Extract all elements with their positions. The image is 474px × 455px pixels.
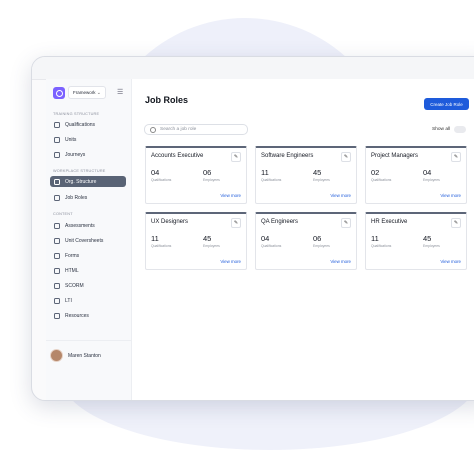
view-more-link[interactable]: View more [330,259,351,264]
html-icon [54,267,60,274]
employees-label: Employees [423,244,440,248]
app-logo [53,87,65,99]
sidebar-item-html[interactable]: HTML [50,265,126,276]
units-icon [54,136,60,143]
employees-count: 45 [203,234,212,243]
sidebar-item-org-structure[interactable]: Org. Structure [50,176,126,187]
edit-icon[interactable]: ✎ [451,152,461,162]
section-content: CONTENT [53,212,73,216]
search-input[interactable]: Search a job role [144,124,248,135]
show-all-toggle[interactable] [454,126,466,133]
sidebar-item-scorm[interactable]: SCORM [50,280,126,291]
qualifications-count: 11 [371,234,379,243]
job-role-card[interactable]: UX Designers ✎ 11 45 Qualifications Empl… [145,212,247,270]
qualifications-label: Qualifications [371,244,392,248]
journeys-icon [54,151,60,158]
framework-select[interactable]: Framework ⌄ [68,86,106,99]
avatar [50,349,63,362]
cloud-icon [54,297,60,304]
edit-icon[interactable]: ✎ [341,218,351,228]
sidebar: Framework ⌄ ☰ TRAINING STRUCTURE Qualifi… [46,79,132,400]
employees-count: 06 [203,168,212,177]
search-placeholder: Search a job role [160,127,197,132]
qualifications-count: 11 [151,234,159,243]
forms-icon [54,252,60,259]
framework-label: Framework [73,90,96,95]
show-all-label: Show all [432,127,451,132]
org-structure-icon [54,178,60,185]
qualifications-label: Qualifications [261,244,282,248]
card-title: Software Engineers [261,153,314,159]
employees-label: Employees [423,178,440,182]
employees-count: 06 [313,234,322,243]
user-profile[interactable]: Maren Stanton [50,349,101,362]
job-roles-icon [54,194,60,201]
user-name: Maren Stanton [68,352,101,359]
sidebar-item-qualifications[interactable]: Qualifications [50,119,126,130]
view-more-link[interactable]: View more [220,193,241,198]
sidebar-item-journeys[interactable]: Journeys [50,149,126,160]
view-more-link[interactable]: View more [440,259,461,264]
job-role-card[interactable]: Project Managers ✎ 02 04 Qualifications … [365,146,467,204]
card-title: UX Designers [151,219,189,225]
app-window: Framework ⌄ ☰ TRAINING STRUCTURE Qualifi… [46,79,474,400]
job-role-card[interactable]: Software Engineers ✎ 11 45 Qualification… [255,146,357,204]
section-workplace-structure: WORKPLACE STRUCTURE [53,169,106,173]
assessments-icon [54,222,60,229]
section-training-structure: TRAINING STRUCTURE [53,112,100,116]
qualifications-count: 04 [261,234,270,243]
employees-count: 45 [423,234,432,243]
sidebar-divider [46,340,131,341]
scorm-icon [54,282,60,289]
page-title: Job Roles [145,95,189,105]
qualifications-count: 02 [371,168,380,177]
job-role-card[interactable]: Accounts Executive ✎ 04 06 Qualification… [145,146,247,204]
qualifications-label: Qualifications [151,178,172,182]
employees-label: Employees [313,244,330,248]
sidebar-item-unit-coversheets[interactable]: Unit Coversheets [50,235,126,246]
qualifications-label: Qualifications [371,178,392,182]
edit-icon[interactable]: ✎ [231,218,241,228]
employees-label: Employees [313,178,330,182]
job-role-card[interactable]: HR Executive ✎ 11 45 Qualifications Empl… [365,212,467,270]
create-job-role-button[interactable]: Create Job Role [424,98,469,110]
chevron-down-icon: ⌄ [96,90,101,96]
card-title: QA Engineers [261,219,299,225]
qualifications-label: Qualifications [151,244,172,248]
employees-label: Employees [203,244,220,248]
folder-icon [54,312,60,319]
coversheets-icon [54,237,60,244]
job-role-card[interactable]: QA Engineers ✎ 04 06 Qualifications Empl… [255,212,357,270]
sidebar-item-resources[interactable]: Resources [50,310,126,321]
sidebar-item-forms[interactable]: Forms [50,250,126,261]
employees-label: Employees [203,178,220,182]
collapse-sidebar-icon[interactable]: ☰ [117,88,123,96]
sidebar-item-assessments[interactable]: Assessments [50,220,126,231]
qualifications-count: 04 [151,168,160,177]
browser-top-bar [32,57,474,80]
sidebar-item-job-roles[interactable]: Job Roles [50,192,126,203]
view-more-link[interactable]: View more [440,193,461,198]
sidebar-item-lti[interactable]: LTI [50,295,126,306]
main-content: Job Roles Create Job Role Search a job r… [132,79,474,400]
view-more-link[interactable]: View more [220,259,241,264]
qualifications-icon [54,121,60,128]
edit-icon[interactable]: ✎ [341,152,351,162]
card-title: HR Executive [371,219,408,225]
sidebar-item-units[interactable]: Units [50,134,126,145]
card-title: Accounts Executive [151,153,204,159]
view-more-link[interactable]: View more [330,193,351,198]
qualifications-label: Qualifications [261,178,282,182]
employees-count: 45 [313,168,322,177]
employees-count: 04 [423,168,432,177]
edit-icon[interactable]: ✎ [451,218,461,228]
tablet-frame: Framework ⌄ ☰ TRAINING STRUCTURE Qualifi… [31,56,474,401]
card-title: Project Managers [371,153,419,159]
edit-icon[interactable]: ✎ [231,152,241,162]
qualifications-count: 11 [261,168,269,177]
search-icon [150,126,156,133]
